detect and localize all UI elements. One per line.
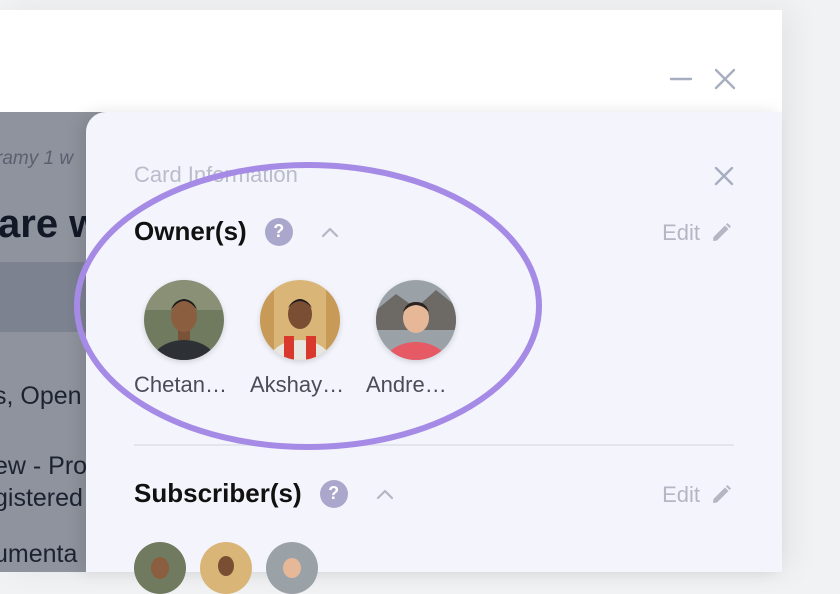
owners-title: Owner(s): [134, 216, 247, 246]
owners-header: Owner(s) ?: [134, 216, 339, 247]
avatar: [376, 280, 456, 360]
section-divider: [134, 444, 734, 446]
avatar: [144, 280, 224, 360]
card-text-line: umenta: [0, 540, 78, 568]
owners-help-icon[interactable]: ?: [264, 217, 293, 246]
card-text-line: gistered: [0, 484, 83, 512]
subscribers-edit-button[interactable]: Edit: [662, 482, 732, 508]
owners-list: Chetan… Akshay… Andre…: [134, 280, 482, 398]
chevron-up-icon[interactable]: [321, 223, 339, 241]
card-information-panel: Card Information Owner(s) ? Edit Chetan……: [86, 112, 782, 594]
card-text-line: s, Open: [0, 382, 82, 410]
owner-item[interactable]: Chetan…: [134, 280, 250, 398]
minimize-button[interactable]: [668, 66, 694, 92]
subscribers-list: [134, 542, 318, 594]
chevron-up-icon[interactable]: [376, 485, 394, 503]
card-inner-block: [0, 262, 90, 332]
avatar: [260, 280, 340, 360]
owner-name: Chetan…: [134, 372, 227, 397]
minus-icon: [669, 77, 693, 81]
subscribers-help-icon[interactable]: ?: [319, 479, 348, 508]
avatar[interactable]: [266, 542, 318, 594]
panel-title: Card Information: [134, 162, 298, 187]
avatar[interactable]: [134, 542, 186, 594]
subscribers-title: Subscriber(s): [134, 478, 302, 508]
owner-name: Akshay…: [250, 372, 345, 397]
panel-close-button[interactable]: [712, 164, 736, 188]
close-icon: [714, 68, 736, 90]
pencil-icon: [713, 485, 731, 503]
edit-label: Edit: [662, 220, 700, 245]
close-icon: [714, 166, 734, 186]
owners-edit-button[interactable]: Edit: [662, 220, 732, 246]
window-controls: [668, 66, 738, 92]
owner-name: Andre…: [366, 372, 447, 397]
card-meta-text: ramy 1 w: [0, 148, 74, 169]
card-text-line: ew - Pro: [0, 452, 88, 480]
avatar[interactable]: [200, 542, 252, 594]
edit-label: Edit: [662, 482, 700, 507]
window-close-button[interactable]: [712, 66, 738, 92]
owner-item[interactable]: Akshay…: [250, 280, 366, 398]
subscribers-header: Subscriber(s) ?: [134, 478, 394, 509]
owner-item[interactable]: Andre…: [366, 280, 482, 398]
pencil-icon: [713, 223, 731, 241]
